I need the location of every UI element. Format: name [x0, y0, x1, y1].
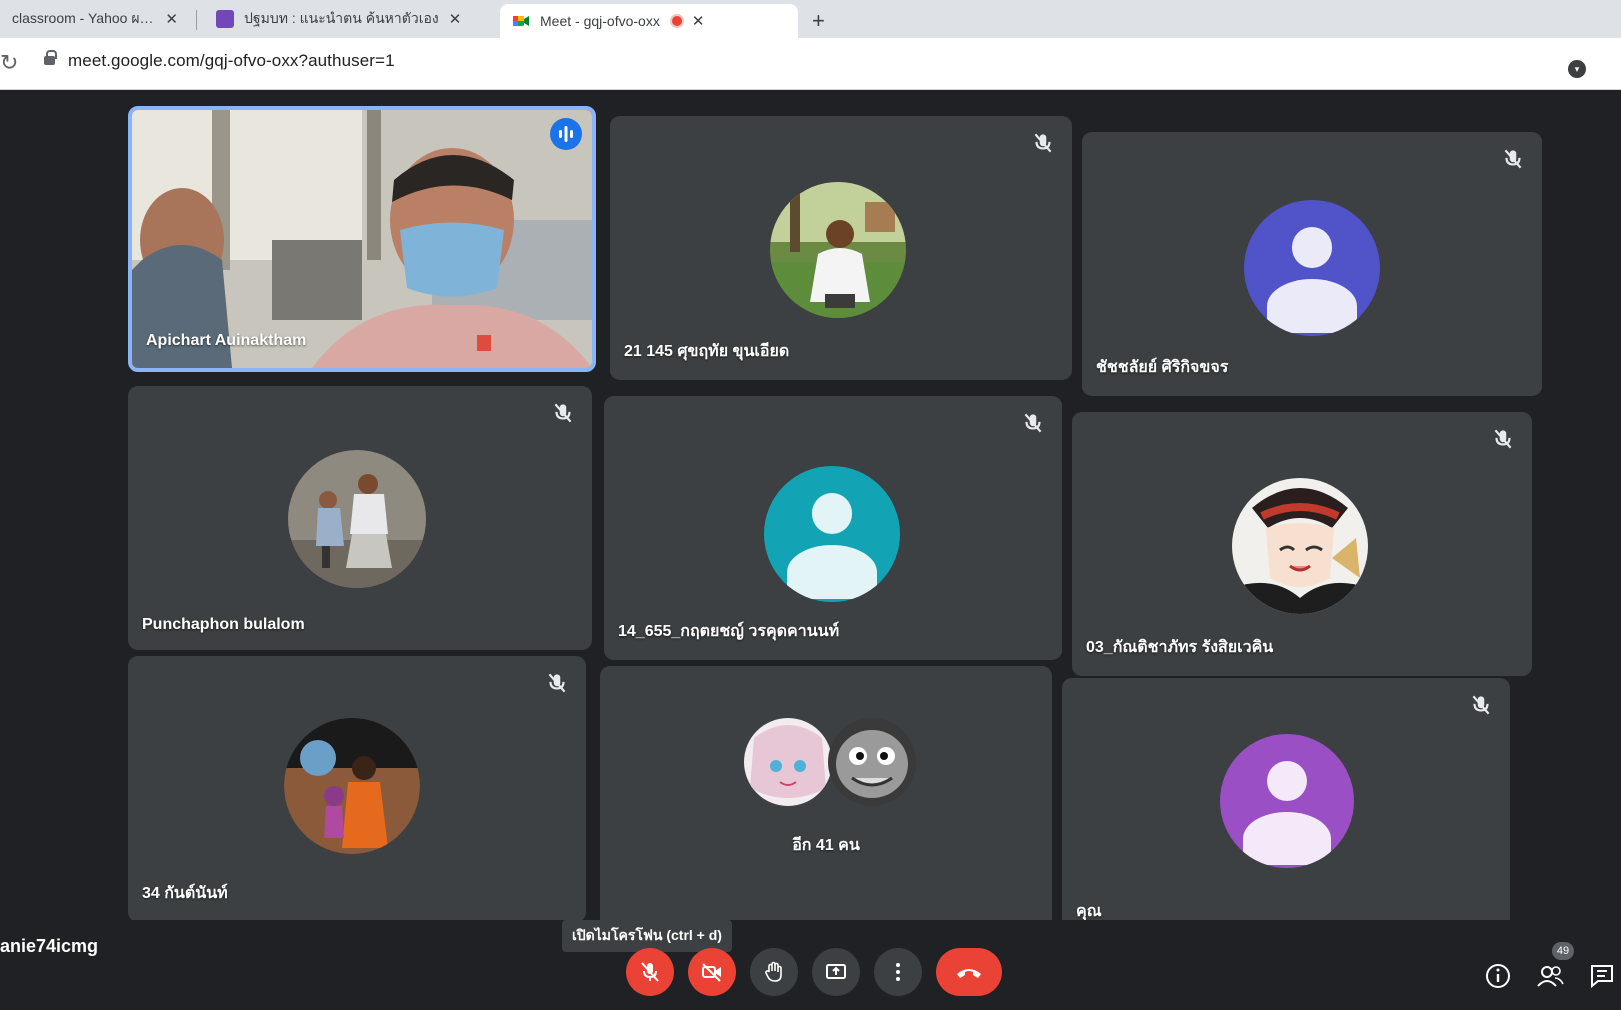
raise-hand-icon [765, 961, 782, 982]
recording-indicator-icon [671, 16, 682, 26]
participant-tile[interactable]: 21 145 ศุขฤทัย ขุนเอียด [610, 116, 1072, 380]
participant-tile[interactable]: 34 กันต์นันท์ [128, 656, 586, 922]
meet-favicon-icon [513, 16, 529, 26]
mic-off-icon [641, 962, 659, 982]
tab-title: Meet - gqj-ofvo-oxx [540, 13, 660, 29]
participant-avatar [1244, 200, 1380, 336]
meeting-stage: Apichart Auinaktham 21 145 ศุขฤทัย ขุนเอ… [0, 90, 1621, 1010]
tab-divider [196, 10, 197, 30]
close-tab-icon[interactable]: ✕ [692, 12, 705, 30]
participant-name: 14_655_กฤตยชญ์ วรคุดคานนท์ [618, 623, 840, 640]
mic-muted-icon [1504, 149, 1522, 169]
person-icon [1267, 278, 1357, 334]
address-bar[interactable]: meet.google.com/gqj-ofvo-oxx?authuser=1 [68, 51, 395, 71]
participant-tile[interactable]: ชัชชลัยย์ ศิริกิจขจร [1082, 132, 1542, 396]
close-tab-icon[interactable]: ✕ [449, 10, 462, 28]
participant-avatar-photo [828, 718, 916, 806]
more-options-button[interactable] [874, 948, 922, 996]
participant-tile[interactable]: 03_กัณติชาภัทร รังสิยเวคิน [1072, 412, 1532, 676]
person-icon [1266, 760, 1308, 801]
participant-count-badge: 49 [1552, 942, 1574, 960]
speaking-indicator-icon [550, 118, 582, 150]
chat-icon[interactable] [1588, 962, 1616, 990]
mic-toggle-button[interactable] [626, 948, 674, 996]
mic-muted-icon [1024, 413, 1042, 433]
tab-title: classroom - Yahoo ผลค้นหา [12, 10, 156, 26]
participant-avatar-photo [288, 450, 426, 588]
mic-muted-icon [1494, 429, 1512, 449]
screen: classroom - Yahoo ผลค้นหา ✕ ปฐมบท : แนะน… [0, 0, 1621, 1010]
meeting-code: anie74icmg [0, 936, 99, 956]
tab-lesson[interactable]: ปฐมบท : แนะนำตน ค้นหาตัวเอง ✕ [204, 0, 492, 38]
person-icon [787, 544, 877, 600]
participant-avatar-photo [284, 718, 420, 854]
others-tile[interactable]: อีก 41 คน [600, 666, 1052, 928]
participant-video [132, 110, 592, 368]
present-screen-button[interactable] [812, 948, 860, 996]
participant-name: Punchaphon bulalom [142, 616, 305, 633]
participant-avatar-photo [1232, 478, 1368, 614]
browser-tab-strip: classroom - Yahoo ผลค้นหา ✕ ปฐมบท : แนะน… [0, 0, 1621, 38]
mic-muted-icon [1472, 695, 1490, 715]
close-tab-icon[interactable]: ✕ [165, 10, 178, 28]
end-call-icon [957, 969, 981, 978]
people-icon[interactable] [1536, 962, 1564, 990]
camera-off-icon [702, 963, 721, 982]
others-count: อีก 41 คน [792, 837, 860, 854]
more-icon [896, 963, 900, 981]
participant-tile[interactable]: 14_655_กฤตยชญ์ วรคุดคานนท์ [604, 396, 1062, 660]
mic-muted-icon [554, 403, 572, 423]
raise-hand-button[interactable] [750, 948, 798, 996]
participant-name: 34 กันต์นันท์ [142, 885, 228, 902]
classroom-favicon-icon [216, 10, 234, 28]
person-icon [1242, 811, 1332, 866]
browser-toolbar: ↻ meet.google.com/gqj-ofvo-oxx?authuser=… [0, 38, 1621, 90]
present-icon [826, 964, 846, 979]
participant-name: 03_กัณติชาภัทร รังสิยเวคิน [1086, 639, 1274, 656]
self-tile[interactable]: คุณ [1062, 678, 1510, 940]
participant-tile[interactable]: Apichart Auinaktham [128, 106, 596, 372]
profile-menu-icon[interactable]: ▾ [1568, 60, 1586, 78]
info-icon[interactable] [1484, 962, 1512, 990]
lock-icon[interactable] [44, 50, 57, 65]
meeting-controls: anie74icmg เปิดไมโครโฟน (ctrl + d) 49 [0, 920, 1621, 1010]
leave-call-button[interactable] [936, 948, 1002, 996]
person-icon [1291, 227, 1333, 268]
participant-tile[interactable]: Punchaphon bulalom [128, 386, 592, 650]
tab-meet[interactable]: Meet - gqj-ofvo-oxx ✕ [500, 4, 798, 38]
camera-toggle-button[interactable] [688, 948, 736, 996]
participant-name: Apichart Auinaktham [146, 332, 307, 349]
self-avatar [1220, 734, 1354, 868]
participant-name: ชัชชลัยย์ ศิริกิจขจร [1096, 359, 1229, 376]
mic-muted-icon [548, 673, 566, 693]
participant-avatar-photo [744, 718, 832, 806]
new-tab-button[interactable]: + [812, 8, 825, 34]
participant-name: 21 145 ศุขฤทัย ขุนเอียด [624, 343, 790, 360]
mic-muted-icon [1034, 133, 1052, 153]
reload-icon[interactable]: ↻ [0, 50, 18, 76]
tab-yahoo[interactable]: classroom - Yahoo ผลค้นหา ✕ [0, 0, 190, 38]
tab-title: ปฐมบท : แนะนำตน ค้นหาตัวเอง [244, 10, 439, 26]
participant-avatar-photo [770, 182, 906, 318]
participant-avatar [764, 466, 900, 602]
person-icon [811, 493, 853, 534]
